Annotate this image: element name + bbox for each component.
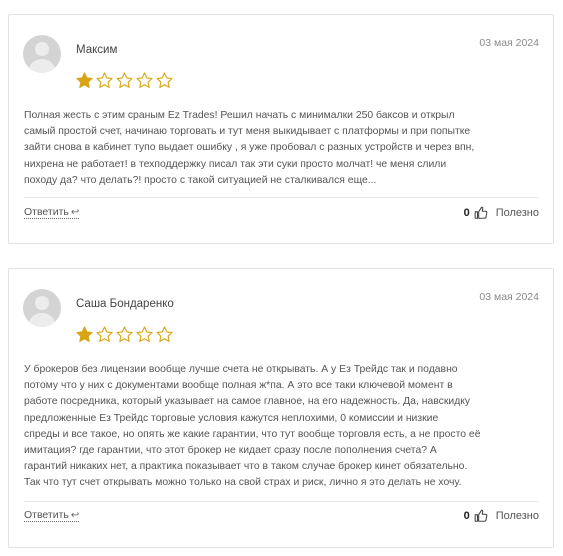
review-card: Максим 03 мая 2024 Полная жесть с этим с… bbox=[8, 14, 554, 244]
review-author: Саша Бондаренко bbox=[76, 298, 174, 310]
user-avatar-icon bbox=[23, 35, 61, 73]
review-text-line: У брокеров без лицензии вообще лучше сче… bbox=[24, 364, 458, 375]
star-empty-icon bbox=[156, 326, 173, 342]
review-text-line: имитация? где гарантии, что этот брокер … bbox=[24, 445, 437, 457]
vote-count: 0 bbox=[463, 510, 470, 522]
star-filled-icon bbox=[76, 72, 93, 88]
review-card: Саша Бондаренко 03 мая 2024 У брокеров б… bbox=[8, 268, 554, 548]
review-text-line: потому что у них с документами вообще по… bbox=[24, 380, 453, 392]
review-text-line: самый простой счет, начинаю торговать и … bbox=[24, 126, 471, 138]
review-text-line: нихрена не работает! в техподдержку писа… bbox=[24, 158, 447, 170]
reply-arrow-icon: ↩ bbox=[70, 509, 80, 521]
thumbs-up-icon[interactable] bbox=[474, 509, 488, 523]
vote-area: 0 Полезно bbox=[464, 206, 539, 220]
user-avatar-icon bbox=[23, 289, 61, 327]
star-empty-icon bbox=[116, 326, 133, 342]
reply-label: Ответить bbox=[24, 509, 69, 521]
star-empty-icon bbox=[136, 72, 153, 88]
review-text-line: Полная жесть с этим сраным Ez Trades! Ре… bbox=[24, 110, 455, 121]
review-text-line: Так что тут счет открывать можно только … bbox=[24, 477, 462, 489]
review-text-line: предложенные Ез Трейдс торговые условия … bbox=[24, 412, 439, 424]
review-date: 03 мая 2024 bbox=[479, 291, 539, 303]
star-empty-icon bbox=[136, 326, 153, 342]
review-text: У брокеров без лицензии вообще лучше сче… bbox=[24, 362, 539, 492]
reply-arrow-icon: ↩ bbox=[70, 206, 80, 218]
review-text-line: спреды и все такое, но опять же какие га… bbox=[24, 428, 481, 440]
review-text-line: гарантий никаких нет, а практика показыв… bbox=[24, 461, 468, 473]
divider bbox=[24, 197, 539, 198]
thumbs-up-icon[interactable] bbox=[474, 206, 488, 220]
review-text-line: работе посредника, который указывает на … bbox=[24, 396, 471, 408]
rating-stars bbox=[75, 71, 174, 90]
reply-button[interactable]: Ответить ↩ bbox=[24, 206, 80, 219]
review-text: Полная жесть с этим сраным Ez Trades! Ре… bbox=[24, 108, 539, 189]
review-text-line: походу да? что делать?! просто с такой с… bbox=[24, 174, 377, 186]
star-empty-icon bbox=[96, 72, 113, 88]
vote-count: 0 bbox=[463, 207, 470, 219]
star-empty-icon bbox=[96, 326, 113, 342]
star-empty-icon bbox=[116, 72, 133, 88]
review-text-line: зайти снова в кабинет тупо выдает ошибку… bbox=[24, 142, 475, 154]
useful-label[interactable]: Полезно bbox=[496, 207, 539, 219]
rating-stars bbox=[75, 325, 174, 344]
reply-button[interactable]: Ответить ↩ bbox=[24, 509, 80, 522]
star-filled-icon bbox=[76, 326, 93, 342]
vote-area: 0 Полезно bbox=[464, 509, 539, 523]
star-empty-icon bbox=[156, 72, 173, 88]
useful-label[interactable]: Полезно bbox=[496, 510, 539, 522]
review-author: Максим bbox=[76, 44, 118, 56]
divider bbox=[24, 501, 539, 502]
review-date: 03 мая 2024 bbox=[479, 37, 539, 49]
reply-label: Ответить bbox=[24, 206, 69, 218]
